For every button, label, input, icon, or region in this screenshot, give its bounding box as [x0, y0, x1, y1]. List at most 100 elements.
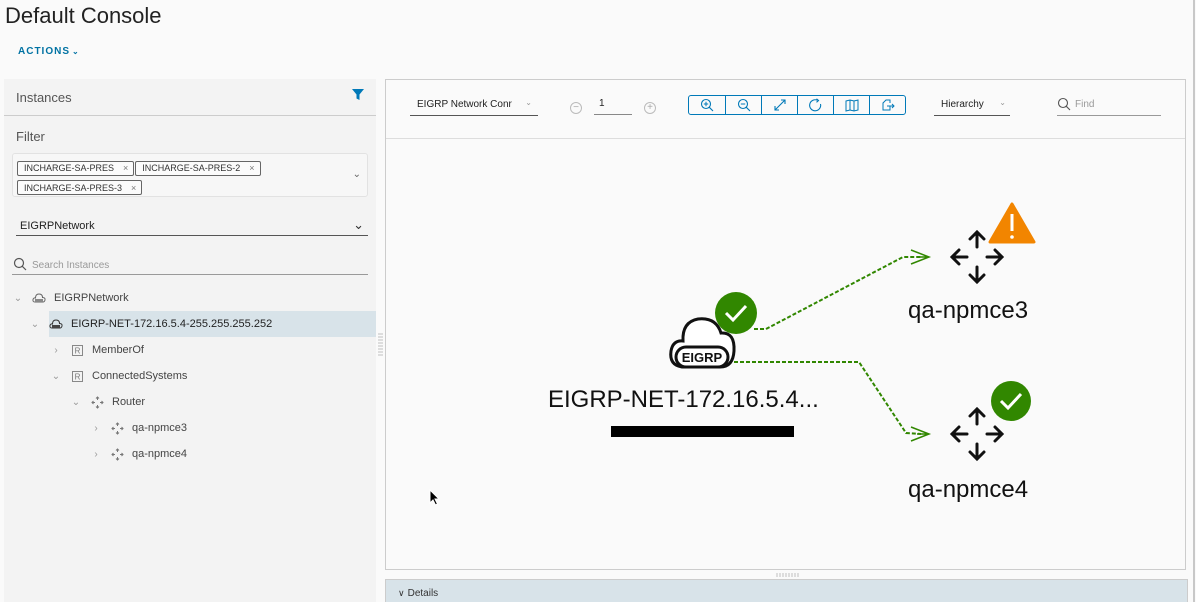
instances-title: Instances: [16, 89, 72, 105]
filter-tag: INCHARGE-SA-PRES ×: [17, 160, 135, 176]
tree-item-router[interactable]: ⌄ Router: [4, 389, 376, 415]
router-icon: [90, 395, 104, 409]
router-node-qa-npmce4[interactable]: [949, 381, 1031, 462]
remove-tag-icon[interactable]: ×: [249, 163, 254, 173]
tree-item-label: ConnectedSystems: [92, 370, 188, 382]
map-button[interactable]: [833, 96, 869, 114]
tree-item-label: MemberOf: [92, 344, 144, 356]
tree-item-qa-npmce3[interactable]: › qa-npmce3: [4, 415, 376, 441]
filter-tag: INCHARGE-SA-PRES-3 ×: [17, 180, 143, 195]
selection-bar: [611, 426, 794, 437]
chevron-down-icon[interactable]: ⌄: [29, 319, 41, 330]
view-controls: [688, 95, 906, 115]
filter-tag-label: INCHARGE-SA-PRES: [24, 163, 115, 173]
filter-label: Filter: [16, 129, 45, 144]
window-edge: [1193, 0, 1195, 602]
chevron-down-icon: ⌄: [999, 98, 1006, 107]
export-button[interactable]: [869, 96, 905, 114]
find-placeholder: Find: [1075, 99, 1095, 110]
map-icon: [845, 98, 858, 112]
console-root: Default Console ACTIONS ⌄ Instances Filte…: [0, 0, 1196, 602]
fit-to-screen-button[interactable]: [761, 96, 797, 114]
edge-net-to-qa-npmce3[interactable]: [754, 256, 921, 330]
chevron-down-icon[interactable]: ⌄: [50, 371, 62, 382]
tree-item-label: EIGRP-NET-172.16.5.4-255.255.255.252: [71, 318, 273, 330]
topology-panel: EIGRP Network Conr ⌄ − 1 + Hierarchy ⌄ F…: [385, 79, 1186, 570]
class-select[interactable]: EIGRPNetwork ⌄: [16, 216, 368, 236]
chevron-down-icon[interactable]: ⌄: [12, 293, 24, 304]
router-icon: [110, 421, 124, 435]
warning-icon: [988, 202, 1036, 244]
chevron-right-icon[interactable]: ›: [90, 423, 102, 434]
node-label-qa-npmce3: qa-npmce3: [908, 297, 1029, 324]
expand-icon: [773, 99, 786, 111]
depth-input[interactable]: 1: [594, 98, 632, 115]
depth-decrease-button[interactable]: −: [570, 102, 582, 114]
eigrp-network-node[interactable]: EIGRP: [611, 292, 794, 437]
search-icon: [13, 257, 27, 274]
topology-canvas[interactable]: EIGRP EIGRP-NET-172.16.5.4... qa-npmce3 …: [386, 139, 1185, 569]
filter-tags-input[interactable]: INCHARGE-SA-PRES × INCHARGE-SA-PRES-2 × INC…: [12, 153, 368, 197]
page-title: Default Console: [5, 3, 162, 28]
filter-tag: INCHARGE-SA-PRES-2 ×: [135, 160, 261, 176]
chevron-down-icon[interactable]: ⌄: [353, 169, 361, 180]
mouse-cursor-icon: [429, 489, 441, 506]
find-input[interactable]: Find: [1057, 97, 1161, 116]
zoom-out-button[interactable]: [725, 96, 761, 114]
eigrp-cloud-icon: [49, 317, 63, 331]
filter-tag-label: INCHARGE-SA-PRES-2: [142, 163, 241, 173]
filter-icon[interactable]: [352, 88, 364, 106]
svg-text:R: R: [74, 372, 80, 381]
relationship-icon: R: [70, 343, 84, 357]
node-label-eigrp-net: EIGRP-NET-172.16.5.4...: [548, 386, 819, 413]
layout-select[interactable]: Hierarchy ⌄: [934, 98, 1010, 116]
details-resize-handle[interactable]: [776, 573, 804, 577]
instances-header: Instances: [4, 79, 376, 116]
tree-item-label: qa-npmce4: [132, 448, 188, 460]
router-icon: [110, 447, 124, 461]
chevron-down-icon: ∨: [398, 588, 405, 598]
details-toggle[interactable]: ∨ Details: [385, 579, 1188, 602]
search-instances-input[interactable]: Search Instances: [12, 257, 368, 275]
tree-item-label: qa-npmce3: [132, 422, 188, 434]
actions-label: ACTIONS: [18, 46, 70, 57]
zoom-in-icon: [700, 98, 714, 112]
tree-item-label: EIGRPNetwork: [54, 292, 129, 304]
class-select-value: EIGRPNetwork: [20, 220, 95, 232]
refresh-icon: [809, 97, 822, 111]
chevron-down-icon: ⌄: [525, 98, 532, 107]
chevron-right-icon[interactable]: ›: [90, 449, 102, 460]
node-label-qa-npmce4: qa-npmce4: [908, 476, 1029, 503]
depth-increase-button[interactable]: +: [644, 102, 656, 114]
instance-tree: ⌄ EIGRPNetwork ⌄ EIGRP-NET-172.16.5.4-25…: [4, 285, 376, 467]
details-label: Details: [407, 588, 439, 599]
topology-toolbar: EIGRP Network Conr ⌄ − 1 + Hierarchy ⌄ F…: [386, 80, 1185, 139]
search-icon: [1057, 97, 1071, 114]
chevron-down-icon[interactable]: ⌄: [70, 397, 82, 408]
chevron-down-icon: ⌄: [72, 47, 80, 56]
layout-select-value: Hierarchy: [941, 99, 984, 110]
remove-tag-icon[interactable]: ×: [131, 183, 136, 193]
tree-item-connectedsystems[interactable]: ⌄ R ConnectedSystems: [4, 363, 376, 389]
router-node-qa-npmce3[interactable]: [949, 202, 1036, 285]
remove-tag-icon[interactable]: ×: [123, 163, 128, 173]
zoom-in-button[interactable]: [689, 96, 725, 114]
tree-item-qa-npmce4[interactable]: › qa-npmce4: [4, 441, 376, 467]
eigrp-cloud-icon: [32, 291, 46, 305]
instances-panel: Instances Filter INCHARGE-SA-PRES × INCHAR…: [4, 79, 376, 602]
refresh-button[interactable]: [797, 96, 833, 114]
tree-item-memberof[interactable]: › R MemberOf: [4, 337, 376, 363]
router-icon: [949, 406, 1005, 462]
search-placeholder: Search Instances: [32, 260, 110, 271]
tree-item-label: Router: [112, 396, 146, 408]
actions-menu-button[interactable]: ACTIONS ⌄: [18, 46, 80, 57]
tree-item-eigrp-net[interactable]: ⌄ EIGRP-NET-172.16.5.4-255.255.255.252: [31, 311, 376, 337]
chevron-right-icon[interactable]: ›: [50, 345, 62, 356]
eigrp-icon-text: EIGRP: [682, 350, 723, 365]
view-select[interactable]: EIGRP Network Conr ⌄: [410, 98, 538, 116]
filter-tag-label: INCHARGE-SA-PRES-3: [24, 182, 123, 193]
panel-resize-handle[interactable]: [378, 333, 384, 359]
svg-text:R: R: [74, 346, 80, 355]
tree-item-eigrpnetwork[interactable]: ⌄ EIGRPNetwork: [4, 285, 376, 311]
relationship-icon: R: [70, 369, 84, 383]
